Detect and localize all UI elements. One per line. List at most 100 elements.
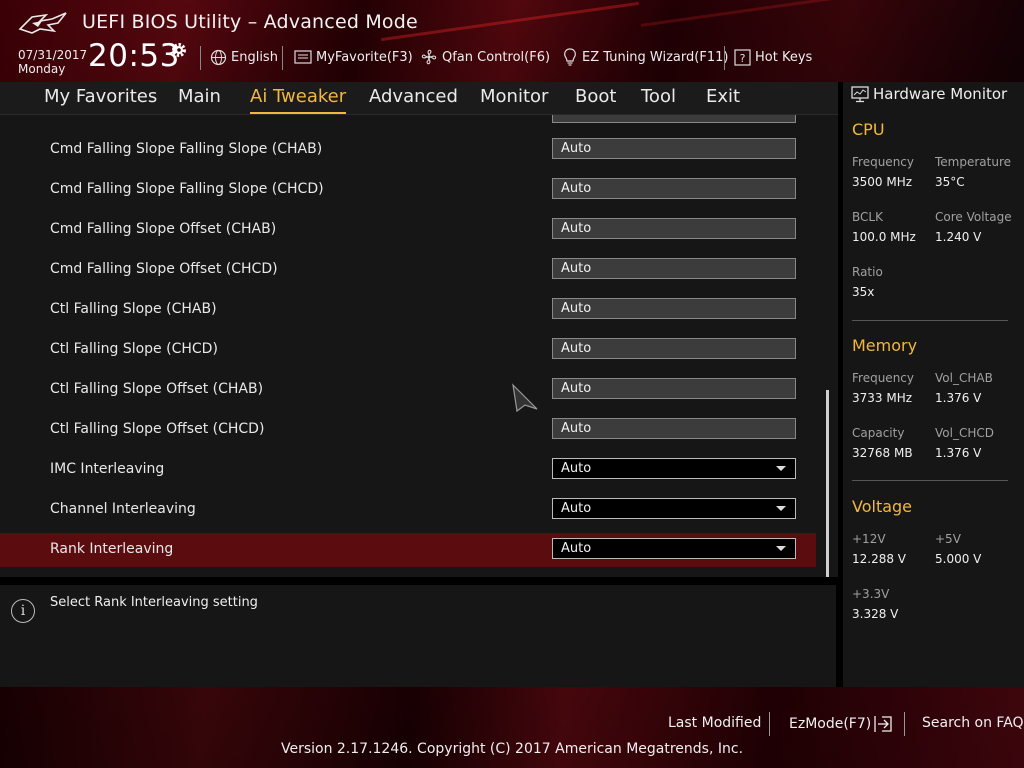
ez-tuning-wizard-label: EZ Tuning Wizard(F11)	[582, 49, 729, 65]
setting-row[interactable]: Ctl Falling Slope (CHAB) Auto	[0, 293, 816, 327]
weekday-text: Monday	[18, 62, 66, 76]
setting-value-dropdown[interactable]: Auto	[552, 498, 796, 519]
tab-tool[interactable]: Tool	[641, 86, 676, 112]
language-label: English	[231, 49, 278, 65]
qfan-control-label: Qfan Control(F6)	[442, 49, 551, 65]
help-text: Select Rank Interleaving setting	[50, 595, 258, 610]
dropdown-value: Auto	[561, 461, 592, 476]
mouse-cursor-icon	[512, 383, 538, 413]
hot-keys-button[interactable]: ? Hot Keys	[734, 46, 812, 68]
section-divider	[852, 320, 1008, 321]
header-bar: UEFI BIOS Utility – Advanced Mode 07/31/…	[0, 0, 1024, 82]
help-panel: i Select Rank Interleaving setting	[0, 585, 836, 687]
setting-value-dropdown[interactable]: Auto	[552, 458, 796, 479]
setting-row[interactable]: Cmd Falling Slope Offset (CHAB) Auto	[0, 213, 816, 247]
tab-ai-tweaker[interactable]: Ai Tweaker	[250, 86, 347, 114]
memory-frequency-label: Frequency	[852, 371, 914, 385]
setting-row[interactable]: Ctl Falling Slope Offset (CHCD) Auto	[0, 413, 816, 447]
setting-value-input[interactable]: Auto	[552, 418, 796, 439]
vol-chab-value: 1.376 V	[935, 391, 982, 405]
setting-label: Cmd Falling Slope Falling Slope (CHCD)	[50, 181, 324, 197]
cpu-temperature-value: 35°C	[935, 175, 965, 189]
cpu-frequency-value: 3500 MHz	[852, 175, 913, 189]
ezmode-label: EzMode(F7)	[789, 716, 872, 732]
last-modified-button[interactable]: Last Modified	[668, 715, 761, 731]
setting-row[interactable]: IMC Interleaving Auto	[0, 453, 816, 487]
exit-arrow-icon	[874, 716, 892, 732]
capacity-value: 32768 MB	[852, 446, 913, 460]
qfan-control-button[interactable]: Qfan Control(F6)	[420, 46, 550, 68]
info-icon: i	[11, 599, 35, 623]
setting-row[interactable]: Cmd Falling Slope Offset (CHCD) Auto	[0, 253, 816, 287]
chevron-down-icon	[776, 506, 786, 511]
setting-value-dropdown[interactable]: Auto	[552, 538, 796, 559]
myfavorite-label: MyFavorite(F3)	[316, 49, 413, 65]
rog-logo-icon	[18, 12, 67, 34]
partial-setting-field[interactable]	[552, 115, 796, 123]
tab-boot[interactable]: Boot	[575, 86, 616, 112]
setting-row-selected[interactable]: Rank Interleaving Auto	[0, 533, 816, 567]
setting-label: Cmd Falling Slope Offset (CHCD)	[50, 261, 278, 277]
globe-icon	[210, 49, 227, 65]
tab-my-favorites[interactable]: My Favorites	[44, 86, 157, 112]
footer-separator	[904, 712, 905, 736]
header-separator	[200, 46, 201, 70]
myfavorite-button[interactable]: MyFavorite(F3)	[294, 46, 413, 68]
setting-label: Cmd Falling Slope Falling Slope (CHAB)	[50, 141, 323, 157]
setting-value-input[interactable]: Auto	[552, 218, 796, 239]
chevron-down-icon	[776, 546, 786, 551]
section-divider	[852, 480, 1008, 481]
vol-chab-label: Vol_CHAB	[935, 371, 993, 385]
vol-chcd-value: 1.376 V	[935, 446, 982, 460]
bclk-label: BCLK	[852, 210, 883, 224]
setting-row[interactable]: Cmd Falling Slope Falling Slope (CHCD) A…	[0, 173, 816, 207]
monitor-icon	[851, 85, 869, 102]
memory-frequency-value: 3733 MHz	[852, 391, 913, 405]
memory-section-title: Memory	[852, 336, 918, 355]
setting-value-input[interactable]: Auto	[552, 338, 796, 359]
setting-label: Channel Interleaving	[50, 501, 196, 517]
voltage-section-title: Voltage	[852, 497, 913, 516]
header-separator	[724, 46, 725, 70]
header-decoration	[640, 0, 840, 27]
tab-exit[interactable]: Exit	[706, 86, 740, 112]
vol-chcd-label: Vol_CHCD	[935, 426, 994, 440]
setting-label: Ctl Falling Slope (CHCD)	[50, 341, 218, 357]
svg-text:?: ?	[740, 52, 746, 65]
v33-value: 3.328 V	[852, 607, 899, 621]
tab-advanced[interactable]: Advanced	[369, 86, 458, 112]
gear-icon[interactable]	[170, 41, 188, 59]
tab-monitor[interactable]: Monitor	[480, 86, 548, 112]
setting-value-input[interactable]: Auto	[552, 138, 796, 159]
setting-label: Rank Interleaving	[50, 541, 174, 557]
setting-row[interactable]: Channel Interleaving Auto	[0, 493, 816, 527]
setting-row[interactable]: Cmd Falling Slope Falling Slope (CHAB) A…	[0, 133, 816, 167]
v12-value: 12.288 V	[852, 552, 907, 566]
ratio-value: 35x	[852, 285, 875, 299]
setting-row[interactable]: Ctl Falling Slope (CHCD) Auto	[0, 333, 816, 367]
help-key-icon: ?	[734, 48, 751, 66]
setting-value-input[interactable]: Auto	[552, 378, 796, 399]
scrollbar[interactable]	[826, 390, 829, 577]
tab-main[interactable]: Main	[178, 86, 221, 112]
core-voltage-label: Core Voltage	[935, 210, 1012, 224]
language-button[interactable]: English	[210, 46, 278, 68]
setting-value-input[interactable]: Auto	[552, 258, 796, 279]
lightbulb-icon	[564, 48, 576, 66]
setting-value-input[interactable]: Auto	[552, 178, 796, 199]
ez-tuning-wizard-button[interactable]: EZ Tuning Wizard(F11)	[562, 46, 728, 68]
search-faq-button[interactable]: Search on FAQ	[922, 715, 1024, 731]
setting-label: Cmd Falling Slope Offset (CHAB)	[50, 221, 277, 237]
footer-separator	[769, 712, 770, 736]
setting-row[interactable]: Ctl Falling Slope Offset (CHAB) Auto	[0, 373, 816, 407]
header-decoration	[381, 1, 639, 42]
favorite-list-icon	[294, 49, 312, 64]
copyright-text: Version 2.17.1246. Copyright (C) 2017 Am…	[280, 741, 744, 757]
setting-value-input[interactable]: Auto	[552, 298, 796, 319]
ezmode-button[interactable]: EzMode(F7)	[789, 715, 893, 733]
app-title: UEFI BIOS Utility – Advanced Mode	[82, 11, 418, 33]
cpu-temperature-label: Temperature	[935, 155, 1012, 169]
setting-label: IMC Interleaving	[50, 461, 165, 477]
ratio-label: Ratio	[852, 265, 883, 279]
settings-list: Cmd Falling Slope Falling Slope (CHAB) A…	[0, 115, 838, 577]
